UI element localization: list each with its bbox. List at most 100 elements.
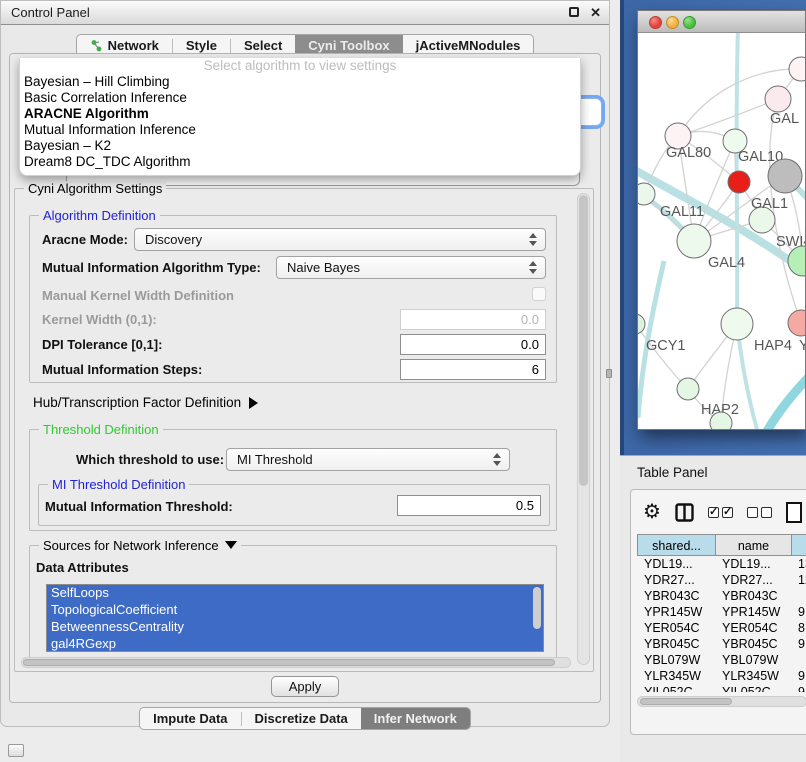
table-row[interactable]: YBR045CYBR045C9. xyxy=(637,636,806,652)
table-toolbar: ⚙ xyxy=(643,498,806,526)
deselect-all-icon[interactable] xyxy=(747,507,772,518)
node-hap2[interactable] xyxy=(677,378,699,400)
kernel-width-label: Kernel Width (0,1): xyxy=(42,312,157,327)
cyni-bottom-tabs: Impute Data Discretize Data Infer Network xyxy=(1,707,609,730)
algorithm-option[interactable]: ARACNE Algorithm xyxy=(20,106,580,122)
table-cell: YDL19... xyxy=(637,556,715,572)
algorithm-option[interactable]: Mutual Information Inference xyxy=(20,122,580,138)
list-vertical-scrollbar[interactable] xyxy=(532,586,542,650)
docked-panel-icon[interactable] xyxy=(8,744,24,757)
table-cell xyxy=(791,652,806,668)
algorithm-option[interactable]: Basic Correlation Inference xyxy=(20,90,580,106)
tab-label: Infer Network xyxy=(374,708,457,730)
tab-impute-data[interactable]: Impute Data xyxy=(140,707,240,730)
algorithm-option[interactable]: Bayesian – Hill Climbing xyxy=(20,74,580,90)
algorithm-option[interactable]: Dream8 DC_TDC Algorithm xyxy=(20,154,580,170)
table-header-row[interactable]: shared...nameA xyxy=(637,534,806,556)
table-cell: YPR145W xyxy=(637,604,715,620)
node[interactable] xyxy=(728,171,750,193)
table-row[interactable]: YDR27...YDR27...12 xyxy=(637,572,806,588)
hub-tf-section-toggle[interactable]: Hub/Transcription Factor Definition xyxy=(33,395,258,410)
close-traffic-light-icon[interactable] xyxy=(649,16,662,29)
tab-discretize-data[interactable]: Discretize Data xyxy=(242,707,361,730)
table-cell: 9. xyxy=(791,668,806,684)
attribute-item[interactable]: SelfLoops xyxy=(47,585,543,602)
tab-label: Discretize Data xyxy=(255,708,348,730)
algorithm-dropdown-list[interactable]: Select algorithm to view settings Bayesi… xyxy=(19,58,581,176)
algorithm-definition-title: Algorithm Definition xyxy=(39,208,160,223)
table-row[interactable]: YBR043CYBR043C xyxy=(637,588,806,604)
node-label: GAL11 xyxy=(660,204,704,220)
node-table[interactable]: shared...nameA YDL19...YDL19...13YDR27..… xyxy=(637,534,806,692)
close-icon[interactable]: ✕ xyxy=(590,4,601,22)
attribute-item[interactable]: BetweennessCentrality xyxy=(47,619,543,636)
node-gcy1[interactable] xyxy=(638,314,645,334)
column-header[interactable]: name xyxy=(715,534,791,556)
network-graph[interactable]: GALGAL80GAL10GAL11GAL1SWI4GAL4GCY1HAP4YH… xyxy=(638,33,805,429)
network-canvas[interactable]: GALGAL80GAL10GAL11GAL1SWI4GAL4GCY1HAP4YH… xyxy=(620,0,806,455)
attribute-item[interactable]: gal4RGexp xyxy=(47,636,543,652)
node-label: GCY1 xyxy=(646,338,686,354)
node[interactable] xyxy=(789,57,805,81)
float-window-icon[interactable] xyxy=(569,7,579,17)
threshold-definition-title: Threshold Definition xyxy=(39,422,163,437)
sources-group-title[interactable]: Sources for Network Inference xyxy=(39,538,241,553)
node-gal4[interactable] xyxy=(677,224,711,258)
table-row[interactable]: YBL079WYBL079W xyxy=(637,652,806,668)
table-row[interactable]: YER054CYER054C8. xyxy=(637,620,806,636)
mi-threshold-label: Mutual Information Threshold: xyxy=(45,499,233,514)
table-row[interactable]: YPR145WYPR145W9. xyxy=(637,604,806,620)
column-header[interactable]: A xyxy=(791,534,806,556)
table-cell: 12 xyxy=(791,572,806,588)
network-view-window[interactable]: GALGAL80GAL10GAL11GAL1SWI4GAL4GCY1HAP4YH… xyxy=(637,10,806,430)
apply-button[interactable]: Apply xyxy=(271,676,339,697)
network-icon xyxy=(90,39,103,52)
zoom-traffic-light-icon[interactable] xyxy=(683,16,696,29)
gear-icon[interactable]: ⚙ xyxy=(643,500,661,524)
document-icon[interactable] xyxy=(786,502,802,523)
data-attributes-list[interactable]: SelfLoopsTopologicalCoefficientBetweenne… xyxy=(46,584,544,652)
node-swi4[interactable] xyxy=(788,246,805,276)
settings-group-title: Cyni Algorithm Settings xyxy=(24,181,166,196)
algorithm-option[interactable]: Bayesian – K2 xyxy=(20,138,580,154)
mi-threshold-field[interactable]: 0.5 xyxy=(397,495,541,516)
select-all-icon[interactable] xyxy=(708,507,733,518)
table-cell: YIL052C xyxy=(715,684,791,692)
control-panel-titlebar[interactable]: Control Panel ✕ xyxy=(1,1,609,25)
table-cell: YBL079W xyxy=(637,652,715,668)
columns-icon[interactable] xyxy=(675,503,694,522)
manual-kernel-width-checkbox[interactable] xyxy=(532,287,546,301)
collapsed-arrow-icon xyxy=(249,397,258,409)
node[interactable] xyxy=(768,159,802,193)
table-horizontal-scrollbar[interactable] xyxy=(637,696,806,707)
node-gal11[interactable] xyxy=(638,183,655,205)
manual-kernel-width-label: Manual Kernel Width Definition xyxy=(42,288,234,303)
node-hap4[interactable] xyxy=(721,308,753,340)
network-nodes[interactable]: GALGAL80GAL10GAL11GAL1SWI4GAL4GCY1HAP4YH… xyxy=(638,57,805,429)
which-threshold-combobox[interactable]: MI Threshold xyxy=(226,448,510,471)
table-row[interactable]: YIL052CYIL052C9 xyxy=(637,684,806,692)
hub-tf-section-label: Hub/Transcription Factor Definition xyxy=(33,395,241,410)
network-window-titlebar[interactable] xyxy=(638,11,805,33)
node-y[interactable] xyxy=(788,310,805,336)
dpi-tolerance-field[interactable]: 0.0 xyxy=(400,334,546,355)
mi-steps-field[interactable]: 6 xyxy=(400,359,546,380)
dpi-tolerance-label: DPI Tolerance [0,1]: xyxy=(42,337,162,352)
column-header[interactable]: shared... xyxy=(637,534,715,556)
settings-vertical-scrollbar[interactable] xyxy=(577,193,590,665)
settings-horizontal-scrollbar[interactable] xyxy=(21,657,571,668)
aracne-mode-combobox[interactable]: Discovery xyxy=(134,228,546,251)
mi-threshold-group-title: MI Threshold Definition xyxy=(48,477,189,492)
mi-algorithm-type-combobox[interactable]: Naive Bayes xyxy=(276,256,546,279)
table-row[interactable]: YDL19...YDL19...13 xyxy=(637,556,806,572)
node[interactable] xyxy=(710,412,732,429)
mi-algorithm-type-label: Mutual Information Algorithm Type: xyxy=(42,260,261,275)
attribute-item[interactable]: TopologicalCoefficient xyxy=(47,602,543,619)
tab-infer-network[interactable]: Infer Network xyxy=(361,707,470,730)
which-threshold-value: MI Threshold xyxy=(237,452,313,467)
panel-splitter-handle[interactable] xyxy=(606,369,612,378)
node-label: Y xyxy=(799,338,805,354)
node-gal[interactable] xyxy=(765,86,791,112)
table-row[interactable]: YLR345WYLR345W9. xyxy=(637,668,806,684)
minimize-traffic-light-icon[interactable] xyxy=(666,16,679,29)
